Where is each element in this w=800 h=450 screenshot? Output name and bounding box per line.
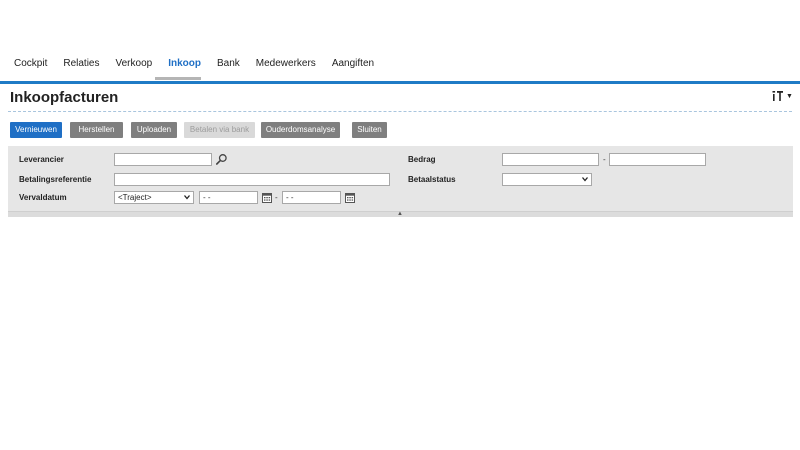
- nav-item-medewerkers[interactable]: Medewerkers: [256, 57, 316, 71]
- sluiten-button[interactable]: Sluiten: [352, 122, 387, 138]
- nav-menu: Cockpit Relaties Verkoop Inkoop Bank Med…: [14, 57, 390, 71]
- search-icon[interactable]: [215, 153, 228, 166]
- herstellen-button[interactable]: Herstellen: [70, 122, 123, 138]
- nav-item-relaties[interactable]: Relaties: [63, 57, 99, 71]
- bedrag-separator: -: [603, 155, 606, 164]
- top-navigation: Cockpit Relaties Verkoop Inkoop Bank Med…: [0, 0, 800, 84]
- bedrag-to-input[interactable]: [609, 153, 706, 166]
- chevron-down-icon: [184, 195, 190, 200]
- uploaden-button[interactable]: Uploaden: [131, 122, 177, 138]
- nav-accent-bar: [0, 81, 800, 84]
- betaalstatus-select[interactable]: [502, 173, 592, 186]
- nav-item-verkoop[interactable]: Verkoop: [116, 57, 153, 71]
- vervaldatum-to-input[interactable]: - -: [282, 191, 341, 204]
- settings-menu-button[interactable]: ▼: [772, 90, 793, 102]
- nav-item-bank[interactable]: Bank: [217, 57, 240, 71]
- vervaldatum-range-value: <Traject>: [118, 193, 152, 202]
- vervaldatum-label: Vervaldatum: [19, 193, 67, 202]
- calendar-icon[interactable]: [345, 192, 355, 203]
- ouderdomsanalyse-button[interactable]: Ouderdomsanalyse: [261, 122, 340, 138]
- nav-item-inkoop[interactable]: Inkoop: [168, 57, 201, 71]
- chevron-down-icon: ▼: [786, 92, 793, 100]
- chevron-down-icon: [582, 177, 588, 182]
- nav-item-cockpit[interactable]: Cockpit: [14, 57, 47, 71]
- active-tab-indicator: [155, 77, 201, 80]
- vervaldatum-from-input[interactable]: - -: [199, 191, 258, 204]
- nav-item-aangiften[interactable]: Aangiften: [332, 57, 374, 71]
- page-title: Inkoopfacturen: [10, 89, 119, 106]
- bedrag-from-input[interactable]: [502, 153, 599, 166]
- settings-icon: [772, 91, 783, 101]
- vernieuwen-button[interactable]: Vernieuwen: [10, 122, 62, 138]
- calendar-icon[interactable]: [262, 192, 272, 203]
- betaalstatus-label: Betaalstatus: [408, 175, 456, 184]
- bedrag-label: Bedrag: [408, 155, 436, 164]
- chevron-up-icon[interactable]: ▲: [397, 211, 403, 217]
- leverancier-input[interactable]: [114, 153, 212, 166]
- betalen-via-bank-button[interactable]: Betalen via bank: [184, 122, 255, 138]
- betalingsreferentie-input[interactable]: [114, 173, 390, 186]
- vervaldatum-separator: -: [275, 193, 278, 202]
- title-divider: [8, 111, 792, 112]
- vervaldatum-range-select[interactable]: <Traject>: [114, 191, 194, 204]
- betalingsreferentie-label: Betalingsreferentie: [19, 175, 92, 184]
- leverancier-label: Leverancier: [19, 155, 64, 164]
